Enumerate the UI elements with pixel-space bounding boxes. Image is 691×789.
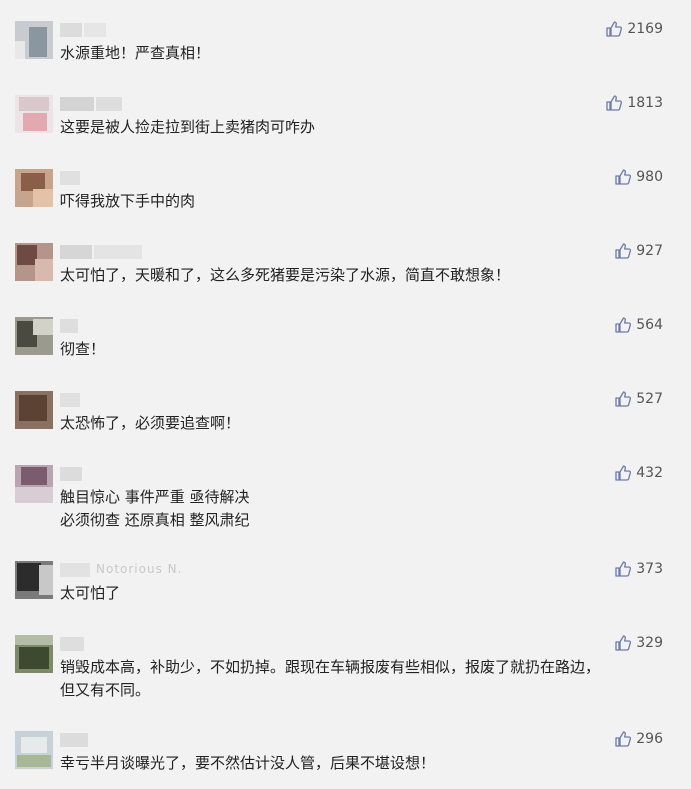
avatar[interactable] — [15, 731, 53, 769]
thumbs-up-icon — [615, 169, 632, 185]
comment-text: 太可怕了 — [60, 584, 121, 602]
username-blurred[interactable] — [60, 171, 150, 185]
comment-text: 水源重地！严查真相！ — [60, 44, 211, 62]
like-button[interactable]: 373 — [614, 560, 663, 578]
like-count: 296 — [636, 731, 663, 747]
comment-text: 太恐怖了，必须要追查啊！ — [60, 414, 241, 432]
like-button[interactable]: 329 — [614, 634, 663, 652]
username-blurred[interactable] — [60, 733, 150, 747]
comment-text: 销毁成本高，补助少，不如扔掉。跟现在车辆报废有些相似，报废了就扔在路边， 但又有… — [60, 658, 601, 699]
like-count: 432 — [636, 465, 663, 481]
like-count: 373 — [636, 561, 663, 577]
like-count: 564 — [636, 317, 663, 333]
username-blurred[interactable]: Notorious N. — [60, 562, 181, 577]
thumbs-up-icon — [615, 635, 632, 651]
username-blurred[interactable] — [60, 23, 150, 37]
thumbs-up-icon — [615, 561, 632, 577]
thumbs-up-icon — [606, 21, 623, 37]
like-button[interactable]: 980 — [614, 168, 663, 186]
thumbs-up-icon — [615, 317, 632, 333]
thumbs-up-icon — [615, 731, 632, 747]
avatar[interactable] — [15, 465, 53, 503]
username-blurred[interactable] — [60, 319, 150, 333]
username-blurred[interactable] — [60, 637, 150, 651]
like-count: 1813 — [627, 95, 663, 111]
username-blurred[interactable] — [60, 393, 150, 407]
thumbs-up-icon — [606, 95, 623, 111]
comment-text: 触目惊心 事件严重 亟待解决 必须彻查 还原真相 整风肃纪 — [60, 488, 250, 529]
comment-text: 太可怕了，天暖和了，这么多死猪要是污染了水源，简直不敢想象！ — [60, 266, 511, 284]
avatar[interactable] — [15, 317, 53, 355]
like-count: 980 — [636, 169, 663, 185]
thumbs-up-icon — [615, 465, 632, 481]
like-button[interactable]: 564 — [614, 316, 663, 334]
avatar[interactable] — [15, 243, 53, 281]
like-button[interactable]: 527 — [614, 390, 663, 408]
username-blurred[interactable] — [60, 97, 150, 111]
avatar[interactable] — [15, 21, 53, 59]
comment-text: 这要是被人捡走拉到街上卖猪肉可咋办 — [60, 118, 316, 136]
like-count: 2169 — [627, 21, 663, 37]
like-button[interactable]: 1813 — [605, 94, 663, 112]
like-count: 527 — [636, 391, 663, 407]
comment-text: 彻查！ — [60, 340, 106, 358]
username-blurred[interactable] — [60, 245, 150, 259]
like-button[interactable]: 2169 — [605, 20, 663, 38]
like-button[interactable]: 432 — [614, 464, 663, 482]
comment-list: 水源重地！严查真相！ 2169 这要是被人捡走拉到街上卖猪肉可咋办 1813 吓… — [0, 0, 691, 789]
avatar[interactable] — [15, 561, 53, 599]
username-fragment: Notorious N. — [96, 562, 183, 576]
like-button[interactable]: 927 — [614, 242, 663, 260]
like-button[interactable]: 296 — [614, 730, 663, 748]
avatar[interactable] — [15, 169, 53, 207]
thumbs-up-icon — [615, 391, 632, 407]
like-count: 329 — [636, 635, 663, 651]
avatar[interactable] — [15, 95, 53, 133]
avatar[interactable] — [15, 635, 53, 673]
avatar[interactable] — [15, 391, 53, 429]
comment-text: 幸亏半月谈曝光了，要不然估计没人管，后果不堪设想！ — [60, 754, 436, 772]
comment-text: 吓得我放下手中的肉 — [60, 192, 196, 210]
like-count: 927 — [636, 243, 663, 259]
username-blurred[interactable] — [60, 467, 150, 481]
thumbs-up-icon — [615, 243, 632, 259]
